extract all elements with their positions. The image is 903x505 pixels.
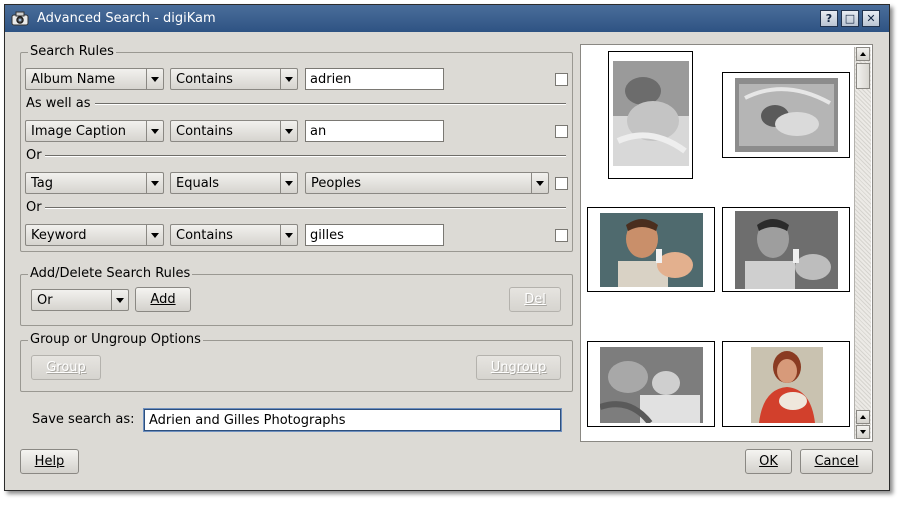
- preview-panel: [580, 44, 873, 442]
- rule-1-value-input[interactable]: adrien: [305, 68, 444, 90]
- window-title: Advanced Search - digiKam: [37, 11, 216, 26]
- ungroup-button[interactable]: Ungroup: [476, 355, 561, 380]
- maximize-icon[interactable]: □: [841, 10, 859, 27]
- rule-2-checkbox[interactable]: [555, 125, 568, 138]
- rule-4-field: Keyword: [31, 228, 87, 243]
- help-button-label: Help: [34, 454, 65, 469]
- rule-3-field-combo[interactable]: Tag: [25, 172, 164, 194]
- photo-grandmother-holding-baby: [751, 347, 823, 423]
- help-button[interactable]: Help: [20, 449, 79, 474]
- add-delete-group: Add/Delete Search Rules Or Add Del: [20, 266, 573, 326]
- photo-newborn-sleeping: [613, 61, 689, 166]
- chevron-down-icon: [280, 225, 297, 245]
- rule-2-value-input[interactable]: an: [305, 120, 444, 142]
- rule-3-field: Tag: [31, 176, 54, 191]
- separator-line: [45, 155, 566, 157]
- cancel-button[interactable]: Cancel: [800, 449, 873, 474]
- scroll-up-icon[interactable]: [856, 410, 870, 424]
- group-ungroup-title: Group or Ungroup Options: [28, 332, 203, 347]
- rule-2-operator-combo[interactable]: Contains: [170, 120, 298, 142]
- rule-4-field-combo[interactable]: Keyword: [25, 224, 164, 246]
- thumbnail[interactable]: [587, 207, 715, 292]
- add-button-label: Add: [150, 292, 176, 307]
- scroll-down-icon[interactable]: [856, 425, 870, 439]
- delete-button-label: Del: [524, 292, 546, 307]
- scroll-thumb[interactable]: [856, 63, 870, 89]
- title-bar[interactable]: Advanced Search - digiKam ? □ ✕: [5, 5, 889, 32]
- cancel-button-label: Cancel: [814, 454, 859, 469]
- photo-father-feeding-baby-color: [600, 213, 703, 287]
- chevron-down-icon: [146, 225, 163, 245]
- chevron-down-icon: [531, 173, 548, 193]
- rule-2-operator: Contains: [176, 124, 233, 139]
- chevron-down-icon: [280, 173, 297, 193]
- rule-operator-value: Or: [37, 293, 53, 308]
- photo-mother-with-baby: [600, 347, 703, 423]
- rule-1-operator-combo[interactable]: Contains: [170, 68, 298, 90]
- group-ungroup-group: Group or Ungroup Options Group Ungroup: [20, 332, 573, 392]
- rule-2-field-combo[interactable]: Image Caption: [25, 120, 164, 142]
- ok-button[interactable]: OK: [745, 449, 792, 474]
- rule-3-value: Peoples: [311, 176, 361, 191]
- thumbnail[interactable]: [722, 207, 850, 292]
- scroll-up-icon[interactable]: [856, 47, 870, 61]
- thumbnail[interactable]: [587, 341, 715, 427]
- rule-4-value-input[interactable]: gilles: [305, 224, 444, 246]
- rule-3-value-combo[interactable]: Peoples: [305, 172, 549, 194]
- chevron-down-icon: [280, 69, 297, 89]
- rule-3-operator: Equals: [176, 176, 220, 191]
- rule-3-operator-combo[interactable]: Equals: [170, 172, 298, 194]
- thumbnail[interactable]: [722, 72, 850, 158]
- group-button[interactable]: Group: [31, 355, 101, 380]
- rule-4-operator: Contains: [176, 228, 233, 243]
- rule-1-field-combo[interactable]: Album Name: [25, 68, 164, 90]
- rule-4-checkbox[interactable]: [555, 229, 568, 242]
- rule-operator-combo[interactable]: Or: [31, 289, 129, 311]
- chevron-down-icon: [146, 173, 163, 193]
- ungroup-button-label: Ungroup: [490, 360, 547, 375]
- rule-2-field: Image Caption: [31, 124, 127, 139]
- separator-line: [95, 103, 566, 105]
- rule-1-operator: Contains: [176, 72, 233, 87]
- save-search-input[interactable]: Adrien and Gilles Photographs: [144, 409, 561, 431]
- chevron-down-icon: [280, 121, 297, 141]
- separator-label-3: Or: [26, 200, 42, 215]
- delete-button[interactable]: Del: [509, 287, 561, 312]
- close-icon[interactable]: ✕: [862, 10, 880, 27]
- preview-scrollbar[interactable]: [854, 47, 871, 439]
- save-search-value: Adrien and Gilles Photographs: [149, 413, 346, 428]
- separator-label-2: Or: [26, 148, 42, 163]
- rule-1-checkbox[interactable]: [555, 73, 568, 86]
- search-rules-title: Search Rules: [28, 44, 116, 59]
- chevron-down-icon: [146, 69, 163, 89]
- chevron-down-icon: [111, 290, 128, 310]
- rule-4-operator-combo[interactable]: Contains: [170, 224, 298, 246]
- digikam-app-icon: [11, 11, 29, 26]
- rule-1-value: adrien: [310, 72, 352, 87]
- photo-father-feeding-baby-grayscale: [735, 211, 838, 289]
- rule-1-field: Album Name: [31, 72, 116, 87]
- thumbnail[interactable]: [608, 51, 693, 179]
- thumbnail[interactable]: [722, 341, 850, 427]
- rule-3-checkbox[interactable]: [555, 177, 568, 190]
- add-delete-title: Add/Delete Search Rules: [28, 266, 193, 281]
- help-icon[interactable]: ?: [820, 10, 838, 27]
- advanced-search-dialog: Advanced Search - digiKam ? □ ✕ Search R…: [4, 4, 890, 491]
- photo-newborn-in-incubator: [735, 78, 838, 152]
- add-button[interactable]: Add: [135, 287, 191, 312]
- separator-line: [45, 207, 566, 209]
- save-search-label: Save search as:: [32, 412, 135, 427]
- rule-2-value: an: [310, 124, 327, 139]
- chevron-down-icon: [146, 121, 163, 141]
- group-button-label: Group: [46, 360, 86, 375]
- rule-4-value: gilles: [310, 228, 344, 243]
- ok-button-label: OK: [759, 454, 778, 469]
- separator-label-1: As well as: [26, 96, 91, 111]
- search-rules-group: Search Rules Album Name Contains adrien …: [20, 44, 573, 252]
